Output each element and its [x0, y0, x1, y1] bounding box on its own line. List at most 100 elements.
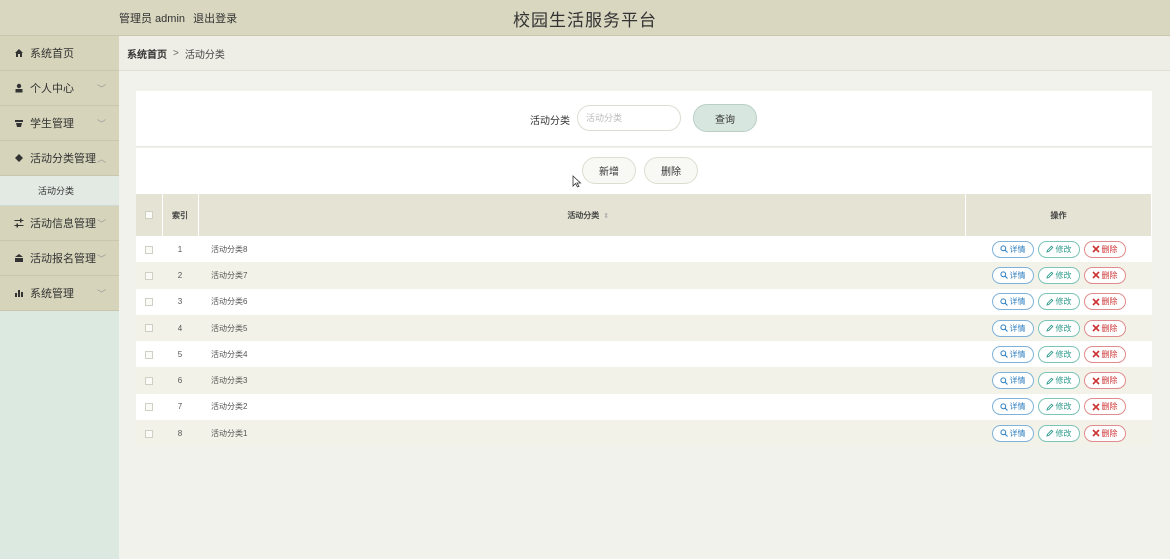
- edit-button[interactable]: 修改: [1037, 266, 1080, 284]
- breadcrumb-current: 活动分类: [184, 49, 225, 61]
- row-checkbox[interactable]: [145, 324, 153, 333]
- breadcrumb-home[interactable]: 系统首页: [127, 46, 167, 61]
- edit-button[interactable]: 修改: [1037, 398, 1080, 416]
- search-icon: [999, 403, 1008, 411]
- table-row: 8 活动分类1 详情 修改 删除: [136, 420, 1152, 447]
- delete-row-button[interactable]: 删除: [1083, 319, 1126, 337]
- row-checkbox-cell[interactable]: [136, 394, 162, 420]
- user-icon: [14, 83, 24, 93]
- sidebar-item-home[interactable]: 系统首页: [0, 36, 119, 71]
- delete-row-button[interactable]: 删除: [1083, 240, 1126, 258]
- sidebar-item-label: 系统首页: [30, 48, 74, 60]
- detail-label: 详情: [1009, 376, 1026, 386]
- row-checkbox[interactable]: [145, 429, 153, 438]
- top-header: 管理员 admin 退出登录 校园生活服务平台: [0, 0, 1170, 36]
- sidebar-subitem-category[interactable]: 活动分类: [0, 176, 119, 206]
- sidebar-item-category-mgmt[interactable]: 活动分类管理 ︿: [0, 141, 119, 176]
- row-index: 8: [177, 428, 183, 438]
- sidebar-item-system[interactable]: 系统管理 ﹀: [0, 276, 119, 311]
- row-checkbox-cell[interactable]: [136, 367, 162, 393]
- delete-row-button[interactable]: 删除: [1083, 293, 1126, 311]
- detail-button[interactable]: 详情: [991, 398, 1034, 416]
- edit-button[interactable]: 修改: [1037, 424, 1080, 442]
- detail-button[interactable]: 详情: [991, 319, 1034, 337]
- edit-label: 修改: [1055, 323, 1072, 333]
- row-index: 4: [177, 323, 183, 333]
- edit-label: 修改: [1055, 297, 1072, 307]
- table-body: 1 活动分类8 详情 修改 删除 2 活动分类7 详情 修改 删除 3 活动分类6 详情 修改 删除 4 活动分…: [136, 236, 1152, 447]
- delete-row-button[interactable]: 删除: [1083, 424, 1126, 442]
- delete-label: 删除: [1101, 244, 1118, 254]
- edit-label: 修改: [1055, 244, 1072, 254]
- sort-icon[interactable]: ⇕: [603, 213, 609, 220]
- row-checkbox-cell[interactable]: [136, 262, 162, 288]
- data-table: 索引 活动分类 ⇕ 操作 1 活动分类8 详情 修改 删除 2 活动分类7 详情 修改 删除 3 活动分…: [136, 194, 1152, 447]
- bar-chart-icon: [14, 288, 24, 298]
- search-button[interactable]: 查询: [693, 104, 757, 132]
- row-checkbox[interactable]: [145, 377, 153, 386]
- table-row: 6 活动分类3 详情 修改 删除: [136, 367, 1152, 394]
- sidebar-item-activity-info[interactable]: 活动信息管理 ﹀: [0, 206, 119, 241]
- table-row: 7 活动分类2 详情 修改 删除: [136, 393, 1152, 421]
- delete-row-button[interactable]: 删除: [1083, 372, 1126, 390]
- select-all-checkbox[interactable]: [144, 211, 153, 220]
- pencil-icon: [1045, 350, 1053, 358]
- pencil-icon: [1045, 429, 1053, 437]
- row-checkbox-cell[interactable]: [136, 236, 162, 262]
- delete-label: 删除: [1101, 376, 1118, 386]
- row-category: 活动分类3: [211, 376, 248, 386]
- delete-row-button[interactable]: 删除: [1083, 398, 1126, 416]
- detail-label: 详情: [1009, 270, 1026, 280]
- search-input[interactable]: [577, 105, 681, 131]
- close-icon: [1091, 245, 1100, 253]
- row-category: 活动分类7: [211, 270, 248, 280]
- detail-button[interactable]: 详情: [991, 240, 1034, 258]
- detail-button[interactable]: 详情: [991, 345, 1034, 363]
- edit-button[interactable]: 修改: [1037, 372, 1080, 390]
- row-checkbox-cell[interactable]: [136, 420, 162, 446]
- row-checkbox-cell[interactable]: [136, 341, 162, 367]
- actions-bar: 新增 删除: [136, 148, 1152, 194]
- sidebar-item-signup[interactable]: 活动报名管理 ﹀: [0, 241, 119, 276]
- row-checkbox[interactable]: [145, 271, 153, 280]
- delete-button[interactable]: 删除: [644, 157, 698, 184]
- row-ops: 详情 修改 删除: [966, 420, 1152, 446]
- delete-row-button[interactable]: 删除: [1083, 345, 1126, 363]
- sliders-icon: [14, 218, 24, 228]
- table-header-row: 索引 活动分类 ⇕ 操作: [136, 194, 1152, 236]
- select-all-checkbox-cell[interactable]: [136, 194, 163, 236]
- detail-label: 详情: [1009, 297, 1026, 307]
- detail-button[interactable]: 详情: [991, 424, 1034, 442]
- row-checkbox-cell[interactable]: [136, 315, 162, 341]
- detail-label: 详情: [1009, 349, 1026, 359]
- sidebar-item-label: 系统管理: [30, 288, 74, 300]
- search-icon: [999, 429, 1008, 438]
- edit-button[interactable]: 修改: [1037, 240, 1080, 258]
- detail-label: 详情: [1009, 244, 1026, 254]
- sidebar-item-personal[interactable]: 个人中心 ﹀: [0, 71, 119, 106]
- row-checkbox[interactable]: [145, 350, 153, 359]
- chevron-down-icon: ﹀: [97, 289, 107, 299]
- close-icon: [1091, 298, 1100, 306]
- row-checkbox[interactable]: [145, 403, 153, 412]
- row-index: 3: [177, 297, 183, 307]
- edit-button[interactable]: 修改: [1037, 293, 1080, 311]
- add-button[interactable]: 新增: [582, 157, 636, 184]
- detail-button[interactable]: 详情: [991, 293, 1034, 311]
- delete-label: 删除: [1101, 270, 1118, 280]
- edit-button[interactable]: 修改: [1037, 319, 1080, 337]
- detail-button[interactable]: 详情: [991, 372, 1034, 390]
- delete-label: 删除: [1101, 297, 1118, 307]
- row-category: 活动分类5: [211, 323, 248, 333]
- detail-button[interactable]: 详情: [991, 266, 1034, 284]
- row-checkbox[interactable]: [145, 298, 153, 307]
- sidebar-item-students[interactable]: 学生管理 ﹀: [0, 106, 119, 141]
- edit-button[interactable]: 修改: [1037, 345, 1080, 363]
- header-category[interactable]: 活动分类 ⇕: [198, 194, 966, 236]
- table-row: 4 活动分类5 详情 修改 删除: [136, 314, 1152, 342]
- row-checkbox-cell[interactable]: [136, 289, 162, 315]
- signup-icon: [14, 253, 24, 263]
- delete-row-button[interactable]: 删除: [1083, 266, 1126, 284]
- breadcrumb-separator: >: [173, 47, 179, 59]
- row-checkbox[interactable]: [145, 245, 153, 254]
